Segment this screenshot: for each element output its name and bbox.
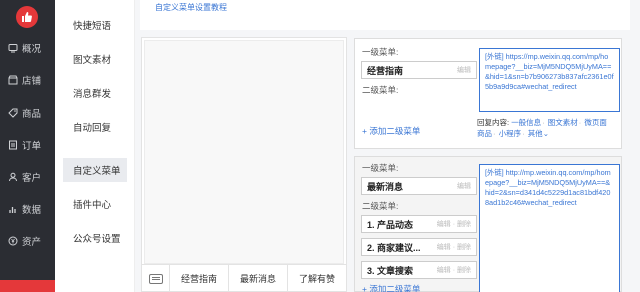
submenu-item-account-settings[interactable]: 公众号设置 bbox=[63, 226, 127, 250]
edit-link[interactable]: 编辑 bbox=[457, 65, 471, 75]
hint-strip: 自定义菜单设置教程 bbox=[140, 0, 630, 30]
submenu-item-custom-menu[interactable]: 自定义菜单 bbox=[63, 158, 127, 182]
brand-logo[interactable] bbox=[16, 6, 38, 28]
reply-option-goods[interactable]: 商品 bbox=[477, 129, 492, 138]
primary-menu-value: 最新消息 bbox=[367, 181, 404, 192]
phone-preview: 经营指南 最新消息 了解有赞 bbox=[141, 37, 347, 292]
nav-item-store[interactable]: 店铺 bbox=[0, 67, 55, 93]
submenu-item-quick-phrases[interactable]: 快捷短语 bbox=[63, 13, 127, 37]
keyboard-icon bbox=[148, 273, 163, 284]
tag-icon bbox=[7, 108, 18, 119]
store-icon bbox=[7, 75, 18, 86]
submenu-row-label: 3. 文章搜索 bbox=[367, 265, 414, 276]
add-submenu-button[interactable]: + 添加二级菜单 bbox=[362, 125, 420, 137]
reply-label: 回复内容: bbox=[477, 118, 510, 127]
reply-option-material[interactable]: 图文素材 bbox=[548, 118, 578, 127]
reply-content: 回复内容: 一般信息· 图文素材· 微页面 商品· 小程序· 其他⌄ bbox=[477, 118, 607, 138]
wechat-submenu: 快捷短语 图文素材 消息群发 自动回复 自定义菜单 插件中心 公众号设置 bbox=[55, 0, 135, 292]
menu-card-news: 一级菜单: 最新消息 编辑 二级菜单: 1. 产品动态 编辑 · 删除 2. 商… bbox=[354, 156, 622, 292]
primary-menu-value: 经营指南 bbox=[367, 65, 404, 76]
chevron-down-icon: ⌄ bbox=[542, 129, 549, 138]
nav-item-label: 数据 bbox=[22, 205, 42, 216]
nav-item-marketing[interactable] bbox=[0, 280, 55, 292]
add-submenu-button[interactable]: + 添加二级菜单 bbox=[362, 283, 420, 292]
bar-chart-icon bbox=[7, 204, 18, 215]
primary-menu-input[interactable]: 经营指南 编辑 bbox=[361, 61, 477, 79]
submenu-row[interactable]: 2. 商家建议... 编辑 · 删除 bbox=[361, 238, 477, 256]
nav-item-label: 客户 bbox=[22, 173, 42, 184]
app-root: 概况 店铺 商品 订单 客户 数据 资产 快捷短语 图文素材 消息群发 自动回复… bbox=[0, 0, 640, 292]
keyboard-toggle[interactable] bbox=[142, 264, 170, 292]
edit-link[interactable]: 编辑 bbox=[457, 181, 471, 191]
nav-item-data[interactable]: 数据 bbox=[0, 196, 55, 222]
submenu-row-label: 1. 产品动态 bbox=[367, 219, 414, 230]
preview-menu-tab[interactable]: 最新消息 bbox=[229, 264, 288, 292]
menu-card-guide: 一级菜单: 经营指南 编辑 二级菜单: + 添加二级菜单 [外链] https:… bbox=[354, 38, 622, 149]
link-content-box[interactable]: [外链] https://mp.weixin.qq.com/mp/homepag… bbox=[479, 48, 620, 112]
primary-menu-label: 一级菜单: bbox=[362, 47, 399, 57]
nav-item-label: 商品 bbox=[22, 109, 42, 120]
yen-icon bbox=[7, 236, 18, 247]
order-icon bbox=[7, 140, 18, 151]
preview-menu-tab[interactable]: 了解有赞 bbox=[288, 265, 346, 292]
nav-item-overview[interactable]: 概况 bbox=[0, 35, 55, 61]
nav-item-label: 资产 bbox=[22, 237, 42, 248]
nav-item-label: 订单 bbox=[22, 141, 42, 152]
submenu-row-actions[interactable]: 编辑 · 删除 bbox=[437, 242, 471, 252]
submenu-item-materials[interactable]: 图文素材 bbox=[63, 47, 127, 71]
nav-item-orders[interactable]: 订单 bbox=[0, 132, 55, 158]
nav-item-label: 概况 bbox=[22, 44, 42, 55]
link-content-box[interactable]: [外链] http://mp.weixin.qq.com/mp/homepage… bbox=[479, 164, 620, 292]
submenu-row[interactable]: 3. 文章搜索 编辑 · 删除 bbox=[361, 261, 477, 279]
submenu-row[interactable]: 1. 产品动态 编辑 · 删除 bbox=[361, 215, 477, 233]
thumbs-up-icon bbox=[22, 12, 32, 22]
reply-option-other[interactable]: 其他 bbox=[528, 129, 543, 138]
submenu-item-auto-reply[interactable]: 自动回复 bbox=[63, 115, 127, 139]
nav-item-label: 店铺 bbox=[22, 76, 42, 87]
reply-option-miniprogram[interactable]: 小程序 bbox=[499, 129, 522, 138]
primary-menu-label: 一级菜单: bbox=[362, 163, 399, 173]
primary-menu-input[interactable]: 最新消息 编辑 bbox=[361, 177, 477, 195]
phone-menu-bar: 经营指南 最新消息 了解有赞 bbox=[142, 264, 346, 292]
reply-option-micropage[interactable]: 微页面 bbox=[584, 118, 607, 127]
submenu-row-actions[interactable]: 编辑 · 删除 bbox=[437, 219, 471, 229]
main-sidebar: 概况 店铺 商品 订单 客户 数据 资产 bbox=[0, 0, 55, 292]
secondary-menu-label: 二级菜单: bbox=[362, 201, 399, 211]
nav-item-goods[interactable]: 商品 bbox=[0, 100, 55, 126]
phone-screen bbox=[144, 40, 344, 264]
submenu-row-label: 2. 商家建议... bbox=[367, 242, 421, 253]
submenu-row-actions[interactable]: 编辑 · 删除 bbox=[437, 265, 471, 275]
dashboard-icon bbox=[7, 43, 18, 54]
secondary-menu-label: 二级菜单: bbox=[362, 85, 399, 95]
user-icon bbox=[7, 172, 18, 183]
reply-option-text[interactable]: 一般信息 bbox=[511, 118, 541, 127]
preview-menu-tab[interactable]: 经营指南 bbox=[170, 264, 229, 292]
nav-item-customers[interactable]: 客户 bbox=[0, 164, 55, 190]
tutorial-link[interactable]: 自定义菜单设置教程 bbox=[155, 2, 227, 13]
submenu-item-mass-messages[interactable]: 消息群发 bbox=[63, 81, 127, 105]
nav-item-assets[interactable]: 资产 bbox=[0, 228, 55, 254]
submenu-item-plugins[interactable]: 插件中心 bbox=[63, 192, 127, 216]
